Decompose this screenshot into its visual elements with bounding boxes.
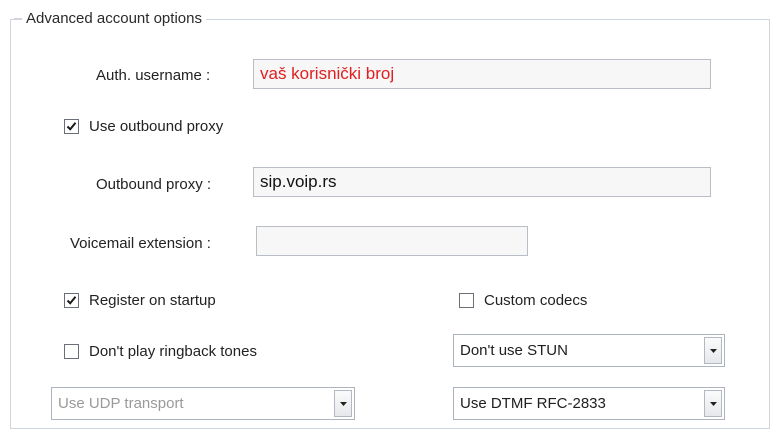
chevron-down-icon	[710, 402, 717, 406]
dtmf-dropdown[interactable]: Use DTMF RFC-2833	[453, 387, 725, 420]
custom-codecs-checkbox[interactable]	[459, 293, 474, 308]
transport-dropdown[interactable]: Use UDP transport	[51, 387, 355, 420]
auth-username-label: Auth. username :	[96, 67, 211, 84]
group-title: Advanced account options	[22, 10, 206, 28]
checkmark-icon	[66, 122, 77, 131]
register-on-startup-label: Register on startup	[89, 292, 216, 309]
voicemail-extension-field[interactable]	[256, 226, 528, 256]
dtmf-dropdown-button[interactable]	[704, 390, 722, 417]
dont-play-ringback-checkbox[interactable]	[64, 344, 79, 359]
outbound-proxy-field[interactable]: sip.voip.rs	[253, 167, 711, 197]
outbound-proxy-label: Outbound proxy :	[96, 176, 212, 193]
auth-username-field[interactable]: vaš korisnički broj	[253, 59, 711, 89]
voicemail-extension-label: Voicemail extension :	[70, 235, 211, 252]
stun-dropdown[interactable]: Don't use STUN	[453, 334, 725, 367]
dont-play-ringback-label: Don't play ringback tones	[89, 343, 257, 360]
transport-dropdown-value: Use UDP transport	[58, 395, 184, 412]
transport-dropdown-button[interactable]	[334, 390, 352, 417]
custom-codecs-label: Custom codecs	[484, 292, 588, 309]
chevron-down-icon	[710, 349, 717, 353]
chevron-down-icon	[340, 402, 347, 406]
stun-dropdown-button[interactable]	[704, 337, 722, 364]
dtmf-dropdown-value: Use DTMF RFC-2833	[460, 395, 606, 412]
register-on-startup-checkbox[interactable]	[64, 293, 79, 308]
group-frame-corner	[14, 18, 22, 19]
use-outbound-proxy-checkbox[interactable]	[64, 119, 79, 134]
use-outbound-proxy-label: Use outbound proxy	[89, 118, 224, 135]
checkmark-icon	[66, 296, 77, 305]
stun-dropdown-value: Don't use STUN	[460, 342, 568, 359]
